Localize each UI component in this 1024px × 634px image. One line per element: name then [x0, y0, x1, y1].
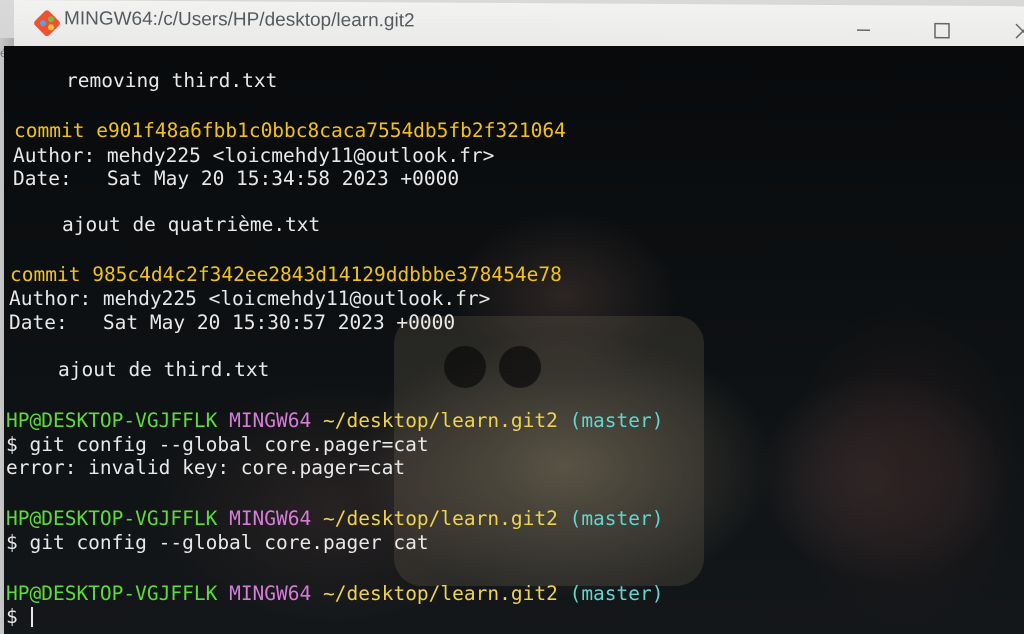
commit-label: commit	[14, 119, 85, 142]
date-line: Date: Sat May 20 15:34:58 2023 +0000	[13, 167, 460, 190]
reflection-hand	[784, 306, 1024, 634]
terminal-output[interactable]: removing third.txt commit e901f48a6fbb1c…	[4, 46, 1024, 634]
author-line: Author: mehdy225 <loicmehdy11@outlook.fr…	[9, 287, 491, 310]
command-line: $ git config --global core.pager=cat	[6, 433, 429, 456]
commit-message: ajout de third.txt	[58, 358, 270, 381]
prompt-user-host: HP@DESKTOP-VGJFFLK	[6, 409, 218, 432]
commit-label: commit	[10, 263, 81, 286]
prompt-line: HP@DESKTOP-VGJFFLK MINGW64 ~/desktop/lea…	[6, 583, 664, 605]
prompt-branch: (master)	[569, 507, 664, 530]
command-input[interactable]: $	[6, 605, 34, 628]
prompt-line: HP@DESKTOP-VGJFFLK MINGW64 ~/desktop/lea…	[6, 410, 664, 432]
text-cursor	[31, 607, 34, 627]
commit-message: ajout de quatrième.txt	[62, 213, 321, 236]
author-line: Author: mehdy225 <loicmehdy11@outlook.fr…	[13, 144, 495, 167]
close-icon[interactable]	[1000, 16, 1024, 46]
prompt-system: MINGW64	[229, 409, 312, 432]
prompt-user-host: HP@DESKTOP-VGJFFLK	[6, 582, 218, 605]
window-title: MINGW64:/c/Users/HP/desktop/learn.git2	[64, 8, 415, 32]
reflection-lens	[444, 346, 486, 388]
error-line: error: invalid key: core.pager=cat	[6, 456, 406, 479]
prompt-branch: (master)	[569, 409, 664, 432]
commit-hash: e901f48a6fbb1c0bbc8caca7554db5fb2f321064	[96, 119, 566, 142]
prompt-path: ~/desktop/learn.git2	[323, 582, 558, 605]
commit-hash: 985c4d4c2f342ee2843d14129ddbbbe378454e78	[92, 263, 562, 286]
commit-line: commit 985c4d4c2f342ee2843d14129ddbbbe37…	[10, 264, 562, 286]
prompt-branch: (master)	[569, 582, 664, 605]
git-bash-icon	[34, 10, 60, 37]
reflection-lens	[499, 346, 541, 388]
prompt-path: ~/desktop/learn.git2	[323, 409, 558, 432]
date-line: Date: Sat May 20 15:30:57 2023 +0000	[9, 311, 456, 334]
prompt-path: ~/desktop/learn.git2	[323, 507, 558, 530]
commit-line: commit e901f48a6fbb1c0bbc8caca7554db5fb2…	[14, 120, 566, 142]
prompt-system: MINGW64	[229, 582, 312, 605]
prompt-system: MINGW64	[229, 507, 312, 530]
screen-reflection	[394, 316, 704, 586]
screen: ép MINGW64:/c/Users/HP/desktop/learn.git…	[0, 0, 1024, 634]
command-line: $ git config --global core.pager cat	[6, 531, 429, 554]
log-line: removing third.txt	[66, 69, 278, 92]
prompt-line: HP@DESKTOP-VGJFFLK MINGW64 ~/desktop/lea…	[6, 508, 664, 530]
minimize-icon[interactable]	[840, 15, 884, 45]
maximize-icon[interactable]	[920, 16, 964, 46]
prompt-user-host: HP@DESKTOP-VGJFFLK	[6, 507, 218, 530]
prompt-symbol: $	[6, 605, 30, 628]
